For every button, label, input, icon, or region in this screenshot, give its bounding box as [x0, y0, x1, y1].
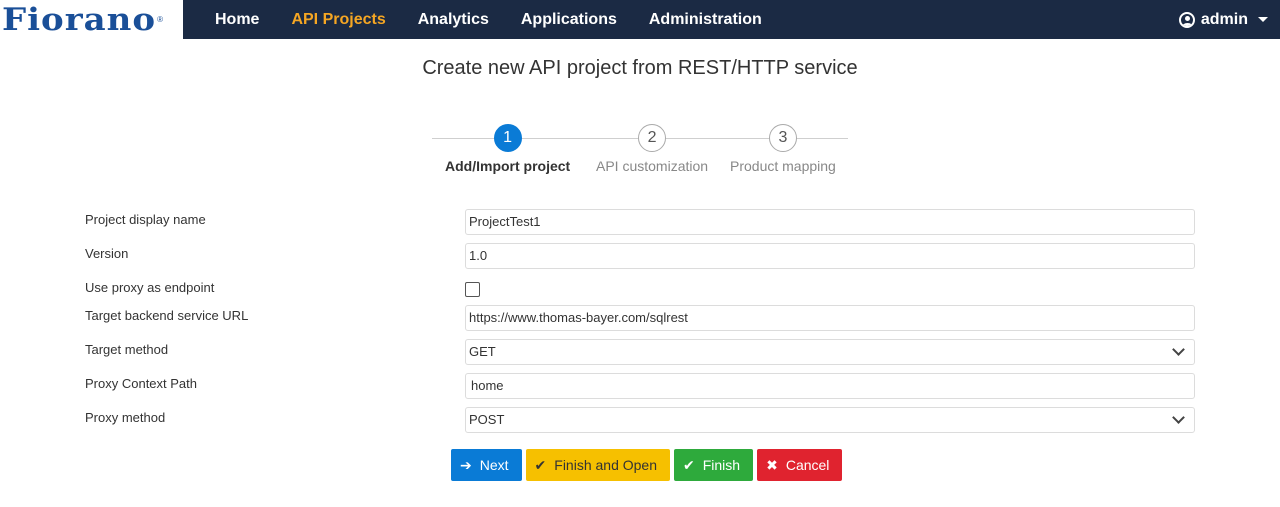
wizard-stepper: 1 Add/Import project 2 API customization…: [432, 124, 848, 184]
main-nav: Home API Projects Analytics Applications…: [183, 0, 778, 39]
target-method-value: GET: [469, 344, 496, 359]
logo-registered-mark: ®: [157, 15, 163, 24]
chevron-down-icon: [1172, 411, 1185, 424]
finish-and-open-button[interactable]: ✔ Finish and Open: [525, 449, 670, 481]
step-api-customization[interactable]: 2 API customization: [596, 124, 708, 174]
arrow-right-icon: ➔: [460, 457, 472, 473]
use-proxy-checkbox[interactable]: [465, 282, 480, 297]
nav-home[interactable]: Home: [183, 0, 275, 39]
cancel-button-label: Cancel: [785, 457, 830, 473]
proxy-context-path-label: Proxy Context Path: [85, 376, 197, 391]
close-icon: ✖: [766, 457, 778, 473]
version-label: Version: [85, 246, 129, 261]
finish-and-open-label: Finish and Open: [554, 457, 657, 473]
step-label-api-customization: API customization: [596, 158, 709, 174]
step-number-1: 1: [493, 124, 522, 152]
check-icon: ✔: [683, 457, 695, 473]
chevron-down-icon: [1172, 343, 1185, 356]
check-icon: ✔: [534, 457, 547, 473]
use-proxy-label: Use proxy as endpoint: [85, 280, 215, 295]
user-icon: [1178, 11, 1195, 28]
caret-down-icon: [1258, 17, 1268, 22]
next-button-label: Next: [479, 457, 509, 473]
step-product-mapping[interactable]: 3 Product mapping: [730, 124, 836, 174]
nav-analytics[interactable]: Analytics: [402, 0, 505, 39]
step-label-add-import: Add/Import project: [445, 158, 571, 174]
target-method-label: Target method: [85, 342, 169, 357]
proxy-context-path-input[interactable]: home: [465, 373, 1195, 399]
target-url-label: Target backend service URL: [85, 308, 249, 323]
nav-applications[interactable]: Applications: [505, 0, 633, 39]
cancel-button[interactable]: ✖ Cancel: [757, 449, 843, 481]
proxy-method-label: Proxy method: [85, 410, 166, 425]
user-name: admin: [1200, 10, 1248, 28]
step-number-2: 2: [638, 124, 667, 152]
action-buttons: ➔ Next ✔ Finish and Open ✔ Finish ✖ Canc…: [451, 449, 843, 481]
finish-button-label: Finish: [702, 457, 741, 473]
project-display-name-label: Project display name: [85, 212, 206, 227]
step-add-import[interactable]: 1 Add/Import project: [445, 124, 570, 174]
top-navbar: Fiorano ® Home API Projects Analytics App…: [0, 0, 1280, 39]
proxy-method-value: POST: [469, 412, 505, 427]
target-url-input[interactable]: https://www.thomas-bayer.com/sqlrest: [465, 305, 1195, 331]
form-row-use-proxy: Use proxy as endpoint: [0, 280, 1280, 306]
step-label-product-mapping: Product mapping: [730, 158, 836, 174]
user-menu[interactable]: admin: [1178, 0, 1268, 39]
logo-text: Fiorano: [2, 1, 157, 38]
finish-button[interactable]: ✔ Finish: [674, 449, 754, 481]
fiorano-logo[interactable]: Fiorano ®: [0, 0, 183, 39]
step-number-3: 3: [768, 124, 797, 152]
proxy-method-select[interactable]: POST: [465, 407, 1195, 433]
project-display-name-input[interactable]: ProjectTest1: [465, 209, 1195, 235]
nav-api-projects[interactable]: API Projects: [275, 0, 401, 39]
page-title: Create new API project from REST/HTTP se…: [422, 57, 858, 79]
version-input[interactable]: 1.0: [465, 243, 1195, 269]
next-button[interactable]: ➔ Next: [451, 449, 522, 481]
nav-administration[interactable]: Administration: [633, 0, 778, 39]
target-method-select[interactable]: GET: [465, 339, 1195, 365]
